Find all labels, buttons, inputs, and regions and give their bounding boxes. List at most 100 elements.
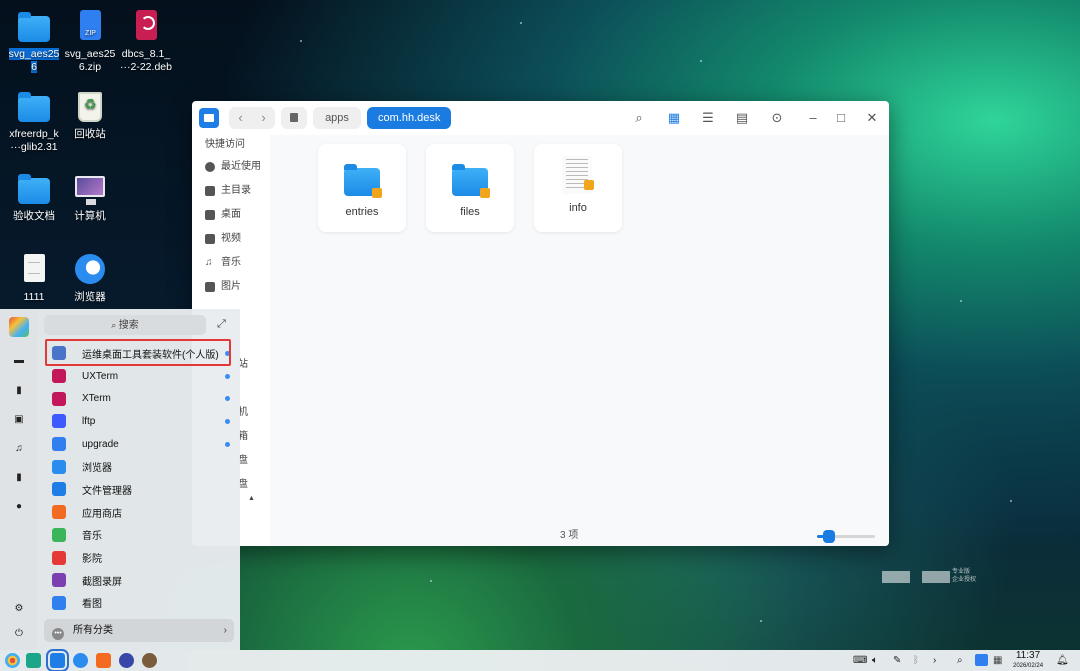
folder-icon xyxy=(18,174,50,204)
file-item-entries[interactable]: entries xyxy=(318,144,406,232)
breadcrumb-current[interactable]: com.hh.desk xyxy=(367,107,452,129)
launcher-app-item[interactable]: UXTerm xyxy=(44,365,234,388)
icon-view-icon[interactable]: ▦ xyxy=(666,110,682,126)
launcher-app-item[interactable]: 文件管理器 xyxy=(44,478,234,501)
new-indicator-dot xyxy=(225,373,230,379)
search-icon[interactable]: ⌕ xyxy=(957,654,963,667)
desktop-icon-trash[interactable]: 回收站 xyxy=(61,90,119,141)
app-tray-icon[interactable] xyxy=(975,654,988,666)
app-taskbar-icon[interactable] xyxy=(142,653,157,668)
video-icon[interactable]: ▮ xyxy=(13,472,25,483)
pen-icon[interactable]: ✎ xyxy=(893,654,901,667)
launcher-app-item[interactable]: lftp xyxy=(44,410,234,433)
app-icon xyxy=(52,595,66,610)
maximize-icon[interactable]: □ xyxy=(833,110,849,126)
sidebar-partial-items: 站 机 箱 盘 盘 ▲ xyxy=(238,359,255,502)
close-icon[interactable]: ✕ xyxy=(864,110,880,126)
multitask-view-icon[interactable] xyxy=(26,653,41,668)
chevron-right-icon: › xyxy=(223,625,227,636)
all-categories-button[interactable]: ••• 所有分类 › xyxy=(44,619,234,642)
navigation-buttons: ‹ › xyxy=(229,107,275,129)
app-name: 文件管理器 xyxy=(82,485,132,497)
app-icon xyxy=(52,369,66,384)
launcher-app-item[interactable]: 截图录屏 xyxy=(44,569,234,592)
forward-button[interactable]: › xyxy=(252,107,275,129)
app-name: UXTerm xyxy=(82,370,119,382)
browser-taskbar-icon[interactable] xyxy=(73,653,88,668)
zoom-slider-handle[interactable] xyxy=(822,530,835,543)
app-icon xyxy=(52,459,66,474)
desktop-icon-svg-aes256-folder[interactable]: svg_aes25 6 xyxy=(5,10,63,74)
back-button[interactable]: ‹ xyxy=(229,107,252,129)
edition-watermark: 专业版 企业授权 xyxy=(882,568,982,588)
computer-icon xyxy=(75,176,105,205)
tree-view-icon[interactable]: ▤ xyxy=(734,110,750,126)
desktop-icon-dbcs-deb[interactable]: dbcs_8.1_ ···2-22.deb xyxy=(117,10,175,74)
home-icon xyxy=(205,186,215,196)
chevron-right-icon[interactable]: › xyxy=(933,654,936,667)
keyboard-icon[interactable]: ⌨ xyxy=(853,654,867,667)
file-manager-taskbar-icon[interactable] xyxy=(46,649,69,671)
lock-icon xyxy=(372,188,382,198)
fullscreen-toggle-icon[interactable]: ⤢ xyxy=(217,318,226,331)
desktop-icon-browser[interactable]: 浏览器 xyxy=(61,253,119,304)
computer-icon[interactable]: ▬ xyxy=(13,355,25,366)
list-view-icon[interactable]: ☰ xyxy=(700,110,716,126)
lock-icon xyxy=(584,180,594,190)
launcher-icon[interactable] xyxy=(5,653,20,668)
desktop-icon-acceptance-docs[interactable]: 验收文档 xyxy=(5,172,63,223)
sidebar-item-music[interactable]: ♫ 音乐 xyxy=(192,251,270,275)
launcher-app-item[interactable]: upgrade xyxy=(44,433,234,456)
launcher-rail: ▬ ▮ ▣ ♫ ▮ ● ⚙ ⏻ xyxy=(0,309,37,650)
file-item-info[interactable]: info xyxy=(534,144,622,232)
menu-icon[interactable]: ⊙ xyxy=(769,110,785,126)
app-name: upgrade xyxy=(82,438,119,450)
launcher-app-item[interactable]: 影院 xyxy=(44,546,234,569)
control-center-taskbar-icon[interactable] xyxy=(119,653,134,668)
notification-bell-icon[interactable]: 🔔︎ xyxy=(1056,654,1069,667)
folder-icon xyxy=(18,12,50,42)
launcher-app-item[interactable]: 浏览器 xyxy=(44,455,234,478)
music-icon: ♫ xyxy=(205,257,213,268)
file-item-files[interactable]: files xyxy=(426,144,514,232)
search-input[interactable]: ⌕ 搜索 xyxy=(44,315,206,335)
app-tray-icon-2[interactable]: ▦ xyxy=(993,654,1002,667)
file-manager-window: ‹ › apps com.hh.desk ⌕ ▦ ☰ ▤ ⊙ – □ ✕ 快捷访… xyxy=(192,101,889,546)
browser-icon xyxy=(75,254,105,284)
app-name: 影院 xyxy=(82,554,102,566)
clock[interactable]: 11:37 2026/02/24 xyxy=(1013,651,1043,671)
settings-icon[interactable]: ⚙ xyxy=(13,603,25,614)
breadcrumb-apps[interactable]: apps xyxy=(313,107,361,129)
launcher-app-item[interactable]: 应用商店 xyxy=(44,501,234,524)
sidebar-item-home[interactable]: 主目录 xyxy=(192,179,270,203)
sidebar-item-pictures[interactable]: 图片 xyxy=(192,275,270,299)
taskbar: ⌨ 🔈︎ ✎ ᛒ › ⌕ ▦ 11:37 2026/02/24 🔔︎ xyxy=(0,649,1080,671)
power-icon[interactable]: ⏻ xyxy=(13,628,25,639)
document-icon[interactable]: ▮ xyxy=(13,385,25,396)
app-icon xyxy=(52,573,66,588)
minimize-icon[interactable]: – xyxy=(805,110,821,126)
picture-icon[interactable]: ▣ xyxy=(13,414,25,425)
music-icon[interactable]: ♫ xyxy=(13,443,25,454)
desktop-icon-1111[interactable]: 1111 xyxy=(5,253,63,304)
volume-icon[interactable]: 🔈︎ xyxy=(872,654,878,667)
avatar[interactable] xyxy=(9,317,29,337)
sidebar-item-videos[interactable]: 视频 xyxy=(192,227,270,251)
zoom-slider[interactable] xyxy=(817,530,875,543)
more-icon: ••• xyxy=(52,628,64,640)
launcher-app-item[interactable]: 看图 xyxy=(44,592,234,615)
search-icon: ⌕ xyxy=(111,320,119,330)
launcher-app-item[interactable]: XTerm xyxy=(44,387,234,410)
sidebar-item-desktop[interactable]: 桌面 xyxy=(192,203,270,227)
app-icon xyxy=(52,550,66,565)
desktop-icon-computer[interactable]: 计算机 xyxy=(61,172,119,223)
bluetooth-icon[interactable]: ᛒ xyxy=(913,654,919,667)
breadcrumb-root-icon[interactable] xyxy=(281,107,307,129)
sidebar-item-recent[interactable]: 最近使用 xyxy=(192,155,270,179)
app-store-taskbar-icon[interactable] xyxy=(96,653,111,668)
desktop-icon-svg-aes256-zip[interactable]: ZIP svg_aes25 6.zip xyxy=(61,10,119,74)
desktop-icon-xfreerdp-folder[interactable]: xfreerdp_k ···glib2.31 xyxy=(5,90,63,154)
search-icon[interactable]: ⌕ xyxy=(631,110,647,126)
launcher-app-item[interactable]: 音乐 xyxy=(44,524,234,547)
download-icon[interactable]: ● xyxy=(13,501,25,512)
